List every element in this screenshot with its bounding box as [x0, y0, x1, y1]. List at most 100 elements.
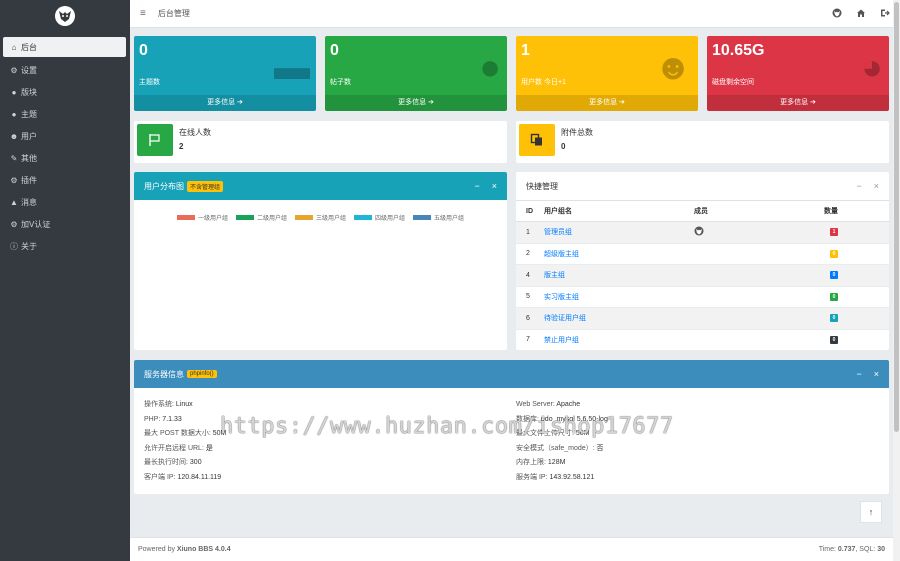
table-row: 6 待验证用户组 0 — [516, 307, 889, 330]
server-info-row: 客户端 IP: 120.84.11.119 — [144, 471, 226, 486]
legend-swatch — [176, 215, 195, 220]
bell-icon: ▲ — [10, 197, 18, 207]
pie-chart-icon: ◕ — [861, 46, 883, 87]
quick-management-title: 快捷管理 — [526, 181, 558, 191]
sidebar-item-label: 用户 — [21, 131, 37, 141]
legend-item[interactable]: 三级用户组 — [294, 213, 346, 222]
sidebar-item[interactable]: ⚙ 加V认证 — [0, 213, 130, 235]
legend-item[interactable]: 五级用户组 — [413, 213, 464, 222]
server-info-row: Web Server: Apache — [516, 398, 608, 413]
group-name-link[interactable]: 待验证用户组 — [544, 315, 586, 322]
close-icon[interactable]: × — [874, 181, 879, 191]
table-row: 5 实习版主组 0 — [516, 286, 889, 308]
count-badge[interactable]: 0 — [830, 271, 838, 280]
server-info-row: PHP: 7.1.33 — [144, 413, 226, 428]
online-users-value: 2 — [179, 142, 184, 151]
scrollbar[interactable] — [893, 0, 900, 561]
server-info-value: Apache — [556, 401, 581, 408]
more-info-link[interactable]: 更多信息 ➔ — [134, 95, 316, 111]
topbar: ≡ 后台管理 — [130, 0, 900, 28]
count-badge[interactable]: 0 — [830, 314, 838, 323]
legend-item[interactable]: 二级用户组 — [235, 213, 287, 222]
sidebar-item[interactable]: ● 版块 — [0, 81, 130, 103]
users-icon: ☻ — [654, 46, 692, 87]
exclude-admin-tag: 不含管理组 — [187, 180, 224, 192]
back-to-top-button[interactable]: ↑ — [860, 501, 882, 523]
powered-by-link[interactable]: Xiuno BBS 4.0.4 — [177, 546, 231, 553]
sidebar-item[interactable]: ⓘ 关于 — [0, 235, 130, 257]
group-name-link[interactable]: 禁止用户组 — [544, 337, 579, 344]
sidebar-item[interactable]: ✎ 其他 — [0, 147, 130, 169]
user-group-table: ID 用户组名 成员 数量 1 管理员组 1 2 超级版主组 0 4 版主组 0 5 实习版主组 0 6 待验证… — [516, 200, 889, 350]
server-info-key: 内存上限: — [516, 459, 546, 467]
close-icon[interactable]: × — [492, 181, 497, 191]
footer: Powered by Xiuno BBS 4.0.4 Time: 0.737, … — [130, 537, 900, 561]
sidebar-item[interactable]: ☻ 用户 — [0, 125, 130, 147]
server-info-left: 操作系统: Linux PHP: 7.1.33 最大 POST 数据大小: 50M 允… — [144, 398, 226, 486]
sidebar-item[interactable]: ● 主题 — [0, 103, 130, 125]
breadcrumb: 后台管理 — [157, 9, 190, 18]
stat-box: 0 主题数 ▬ 更多信息 ➔ — [134, 36, 316, 111]
sidebar-item[interactable]: ▲ 消息 — [0, 191, 130, 213]
legend-label: 五级用户组 — [434, 216, 465, 222]
server-info-value: 50M — [212, 430, 227, 438]
legend-swatch — [354, 215, 372, 220]
count-badge[interactable]: 0 — [830, 249, 838, 258]
server-info-row: 服务端 IP: 143.92.58.121 — [516, 471, 608, 486]
phpinfo-tag[interactable]: phpinfo() — [187, 370, 217, 378]
gears-icon: ⚙ — [10, 175, 18, 185]
server-info-row: 内存上限: 128M — [516, 456, 608, 471]
legend-item[interactable]: 四级用户组 — [354, 213, 405, 222]
server-info-key: 最长执行时间: — [144, 459, 188, 467]
count-badge[interactable]: 0 — [830, 335, 838, 344]
group-name-link[interactable]: 实习版主组 — [544, 294, 579, 301]
server-info-row: 最大文件上传尺寸: 50M — [516, 427, 608, 442]
group-name-link[interactable]: 超级版主组 — [544, 251, 579, 258]
powered-by: Powered by Xiuno BBS 4.0.4 — [138, 546, 231, 553]
server-info-key: 数据库: — [516, 415, 539, 423]
server-info-row: 允许开启远程 URL: 是 — [144, 442, 226, 457]
sidebar-item-label: 其他 — [21, 153, 37, 163]
close-icon[interactable]: × — [874, 369, 879, 379]
legend-item[interactable]: 一级用户组 — [176, 213, 228, 222]
table-row: 2 超级版主组 0 — [516, 243, 889, 265]
member-avatar[interactable] — [694, 226, 704, 238]
more-info-link[interactable]: 更多信息 ➔ — [707, 95, 889, 111]
row-members — [694, 329, 824, 350]
chat-icon: ● — [11, 87, 17, 97]
server-info-value: 是 — [205, 444, 213, 452]
count-badge[interactable]: 1 — [830, 228, 838, 237]
menu-toggle-icon[interactable]: ≡ — [140, 8, 146, 19]
scrollbar-thumb[interactable] — [894, 2, 899, 432]
server-info-value: 否 — [596, 444, 604, 452]
stat-box: 0 帖子数 ● 更多信息 ➔ — [325, 36, 507, 111]
legend-label: 一级用户组 — [197, 216, 228, 222]
logo[interactable] — [0, 0, 130, 31]
server-info-row: 最长执行时间: 300 — [144, 456, 226, 471]
copy-icon — [519, 124, 555, 156]
home-icon[interactable] — [856, 8, 866, 20]
minimize-icon[interactable]: − — [856, 369, 861, 379]
more-info-link[interactable]: 更多信息 ➔ — [325, 95, 507, 111]
group-name-link[interactable]: 管理员组 — [544, 229, 572, 236]
sidebar-item[interactable]: ⚙ 插件 — [0, 169, 130, 191]
minimize-icon[interactable]: − — [856, 181, 861, 191]
server-info-value: 128M — [547, 459, 566, 467]
server-info-key: 最大文件上传尺寸: — [516, 430, 574, 438]
count-badge[interactable]: 0 — [830, 292, 838, 301]
stat-label: 主题数 — [139, 79, 160, 86]
main-content: 0 主题数 ▬ 更多信息 ➔ 0 帖子数 ● 更多信息 ➔ 1 用户数 今日+1 ☻ 更多信息 ➔ 10… — [130, 28, 900, 561]
server-info-value: 300 — [189, 459, 202, 467]
minimize-icon[interactable]: − — [474, 181, 479, 191]
legend-swatch — [235, 215, 254, 220]
more-info-link[interactable]: 更多信息 ➔ — [516, 95, 698, 111]
logout-icon[interactable] — [880, 8, 890, 20]
server-info-value: Linux — [175, 401, 193, 408]
group-name-link[interactable]: 版主组 — [544, 272, 565, 279]
logo-icon — [55, 5, 75, 26]
row-id: 7 — [516, 329, 544, 350]
avatar-icon[interactable] — [832, 8, 842, 20]
sidebar-item[interactable]: ⚙ 设置 — [0, 59, 130, 81]
sidebar-item[interactable]: ⌂ 后台 — [3, 37, 126, 57]
comment-icon: ▬ — [274, 46, 310, 87]
